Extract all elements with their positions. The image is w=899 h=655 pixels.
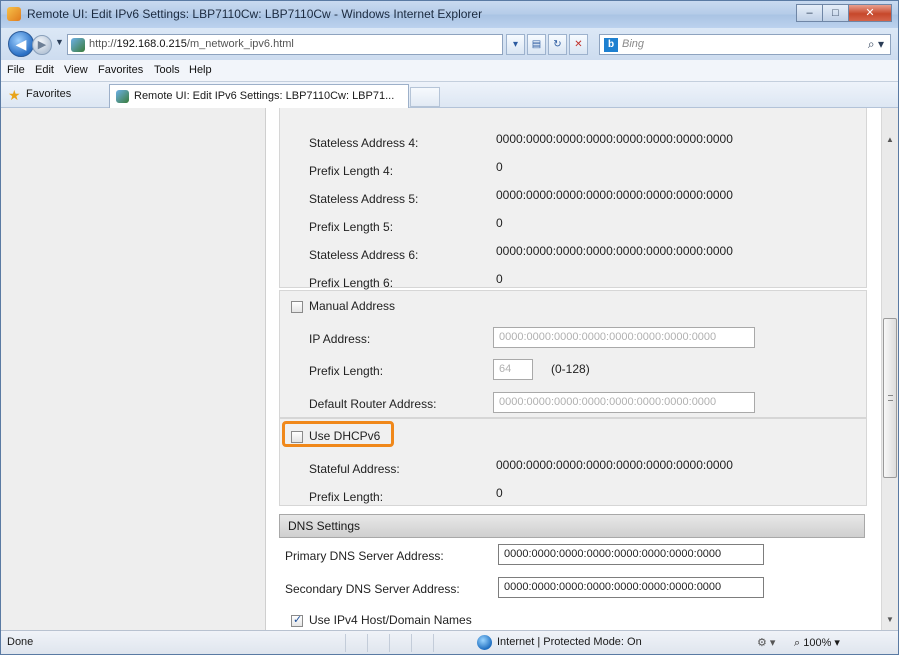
- history-dropdown-icon[interactable]: ▼: [55, 37, 64, 47]
- maximize-button[interactable]: □: [822, 4, 849, 22]
- prefix-length-6-value: 0: [496, 272, 503, 286]
- address-toolbar: ◀ ▶ ▼ http://192.168.0.215/m_network_ipv…: [1, 28, 898, 60]
- window-title: Remote UI: Edit IPv6 Settings: LBP7110Cw…: [27, 7, 483, 21]
- left-navigation-pane: [1, 108, 266, 630]
- favorites-bar: ★ Favorites Remote UI: Edit IPv6 Setting…: [1, 82, 898, 108]
- status-segment: [367, 634, 387, 652]
- title-bar: Remote UI: Edit IPv6 Settings: LBP7110Cw…: [1, 1, 898, 28]
- minimize-button[interactable]: –: [796, 4, 823, 22]
- site-icon: [71, 38, 85, 52]
- scroll-thumb[interactable]: [883, 318, 897, 478]
- browser-window: Remote UI: Edit IPv6 Settings: LBP7110Cw…: [0, 0, 899, 655]
- favorites-star-icon[interactable]: ★: [8, 87, 21, 104]
- menu-favorites[interactable]: Favorites: [98, 64, 143, 76]
- prefix-length-label: Prefix Length:: [309, 364, 384, 378]
- prefix-length-field[interactable]: 64: [493, 359, 533, 380]
- stateless-address-5-label: Stateless Address 5:: [309, 192, 419, 206]
- close-button[interactable]: ✕: [848, 4, 892, 22]
- prefix-length-5-value: 0: [496, 216, 503, 230]
- stateless-address-4-value: 0000:0000:0000:0000:0000:0000:0000:0000: [496, 132, 733, 146]
- menu-file[interactable]: File: [7, 64, 25, 76]
- stateless-address-5-value: 0000:0000:0000:0000:0000:0000:0000:0000: [496, 188, 733, 202]
- url-dropdown-icon[interactable]: ▾: [506, 34, 525, 55]
- scroll-down-icon[interactable]: ▼: [882, 612, 898, 628]
- url-text: http://192.168.0.215/m_network_ipv6.html: [89, 38, 294, 50]
- tab-title: Remote UI: Edit IPv6 Settings: LBP7110Cw…: [134, 90, 395, 102]
- scroll-grip-icon: [888, 395, 893, 401]
- stateful-address-label: Stateful Address:: [309, 462, 400, 476]
- dhcpv6-prefix-length-label: Prefix Length:: [309, 490, 384, 504]
- primary-dns-label: Primary DNS Server Address:: [285, 549, 444, 563]
- secondary-dns-label: Secondary DNS Server Address:: [285, 582, 460, 596]
- use-ipv4-names-label: Use IPv4 Host/Domain Names: [309, 613, 472, 627]
- scroll-up-icon[interactable]: ▲: [882, 132, 898, 148]
- url-field[interactable]: http://192.168.0.215/m_network_ipv6.html: [67, 34, 503, 55]
- ip-address-label: IP Address:: [309, 332, 371, 346]
- compatibility-view-icon[interactable]: ▤: [527, 34, 546, 55]
- back-button[interactable]: ◀: [8, 31, 34, 57]
- stateless-address-panel: Stateless Address 4: 0000:0000:0000:0000…: [279, 108, 867, 290]
- search-placeholder: Bing: [622, 38, 645, 50]
- manual-address-label: Manual Address: [309, 299, 396, 313]
- refresh-icon[interactable]: ↻: [548, 34, 567, 55]
- status-segment: [345, 634, 365, 652]
- stop-icon[interactable]: ✕: [569, 34, 588, 55]
- new-tab-button[interactable]: [410, 87, 440, 107]
- dns-settings-title: DNS Settings: [288, 519, 361, 533]
- search-input[interactable]: b Bing ⌕ ▾: [599, 34, 891, 55]
- dhcpv6-prefix-length-value: 0: [496, 486, 503, 500]
- manual-address-panel: Manual Address IP Address: 0000:0000:000…: [279, 290, 867, 418]
- menu-tools[interactable]: Tools: [154, 64, 180, 76]
- prefix-length-4-label: Prefix Length 4:: [309, 164, 394, 178]
- manual-address-checkbox[interactable]: [291, 301, 303, 313]
- menu-help[interactable]: Help: [189, 64, 212, 76]
- use-ipv4-names-checkbox[interactable]: [291, 613, 303, 627]
- bing-logo-icon: b: [604, 38, 618, 52]
- dhcpv6-highlight-frame: [282, 421, 394, 447]
- vertical-scrollbar[interactable]: ▲ ▼: [881, 108, 898, 630]
- tab-remote-ui[interactable]: Remote UI: Edit IPv6 Settings: LBP7110Cw…: [109, 84, 409, 108]
- stateful-address-value: 0000:0000:0000:0000:0000:0000:0000:0000: [496, 458, 733, 472]
- stateless-address-6-label: Stateless Address 6:: [309, 248, 419, 262]
- menu-bar: File Edit View Favorites Tools Help: [1, 60, 898, 82]
- protected-mode-icon[interactable]: ⚙ ▾: [757, 636, 775, 649]
- status-segment: [389, 634, 409, 652]
- status-segment: [411, 634, 431, 652]
- secondary-dns-field[interactable]: 0000:0000:0000:0000:0000:0000:0000:0000: [498, 577, 764, 598]
- ip-address-field[interactable]: 0000:0000:0000:0000:0000:0000:0000:0000: [493, 327, 755, 348]
- default-router-address-label: Default Router Address:: [309, 397, 437, 411]
- page-viewport: Stateless Address 4: 0000:0000:0000:0000…: [1, 108, 881, 630]
- forward-button[interactable]: ▶: [32, 35, 52, 55]
- default-router-address-field[interactable]: 0000:0000:0000:0000:0000:0000:0000:0000: [493, 392, 755, 413]
- zoom-level[interactable]: ⌕ 100% ▾: [794, 636, 840, 650]
- menu-view[interactable]: View: [64, 64, 88, 76]
- stateless-address-6-value: 0000:0000:0000:0000:0000:0000:0000:0000: [496, 244, 733, 258]
- search-icon[interactable]: ⌕ ▾: [868, 37, 884, 52]
- favorites-button[interactable]: Favorites: [26, 88, 71, 100]
- window-controls: – □ ✕: [796, 4, 892, 22]
- prefix-length-4-value: 0: [496, 160, 503, 174]
- ipv6-settings-form: Stateless Address 4: 0000:0000:0000:0000…: [279, 108, 867, 630]
- security-zone-text[interactable]: Internet | Protected Mode: On: [497, 636, 642, 648]
- status-segment: [433, 634, 453, 652]
- status-text: Done: [7, 636, 34, 648]
- url-tools: ▾ ▤ ↻ ✕: [506, 34, 588, 55]
- prefix-length-6-label: Prefix Length 6:: [309, 276, 394, 290]
- dhcpv6-panel: Use DHCPv6 Stateful Address: 0000:0000:0…: [279, 418, 867, 506]
- status-bar: Done Internet | Protected Mode: On ⚙ ▾ ⌕…: [1, 630, 898, 654]
- dns-settings-header: DNS Settings: [279, 514, 865, 538]
- prefix-length-5-label: Prefix Length 5:: [309, 220, 394, 234]
- tab-site-icon: [116, 90, 129, 103]
- ie-logo-icon: [7, 7, 21, 21]
- prefix-range-hint: (0-128): [551, 362, 590, 376]
- internet-zone-icon: [477, 635, 492, 650]
- stateless-address-4-label: Stateless Address 4:: [309, 136, 419, 150]
- primary-dns-field[interactable]: 0000:0000:0000:0000:0000:0000:0000:0000: [498, 544, 764, 565]
- menu-edit[interactable]: Edit: [35, 64, 54, 76]
